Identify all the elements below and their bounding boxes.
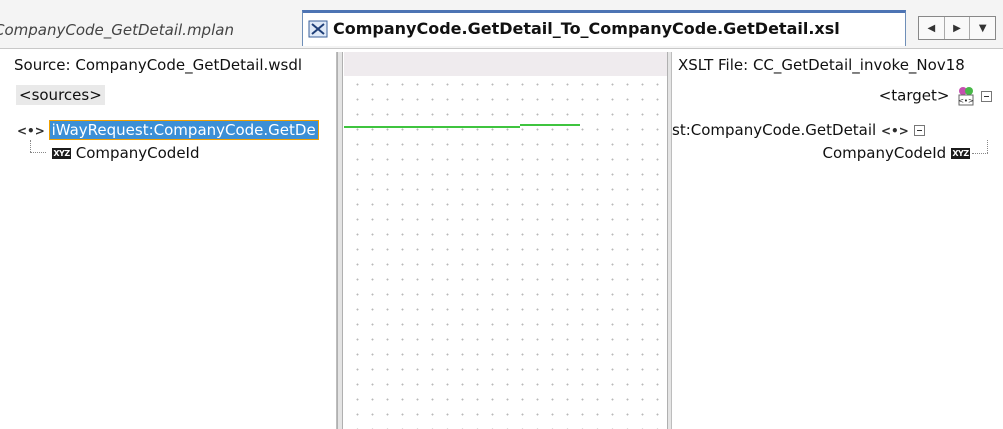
tab-list-dropdown-button[interactable]: ▼ bbox=[970, 17, 995, 39]
collapse-target-root-button[interactable] bbox=[981, 90, 992, 102]
xsl-map-icon bbox=[308, 20, 328, 38]
mapping-link-line[interactable] bbox=[344, 126, 520, 128]
target-request-node[interactable]: st:CompanyCode.GetDetail <•> bbox=[672, 121, 925, 139]
tree-connector bbox=[987, 140, 988, 153]
mapping-canvas-header bbox=[344, 52, 667, 76]
source-panel: Source: CompanyCode_GetDetail.wsdl <sour… bbox=[0, 52, 337, 429]
scroll-tabs-left-button[interactable]: ◀ bbox=[919, 17, 945, 39]
left-splitter[interactable] bbox=[337, 52, 343, 429]
target-root-node[interactable]: <target> <•> bbox=[879, 85, 992, 107]
tab-mplan[interactable]: CompanyCode_GetDetail.mplan bbox=[0, 14, 234, 46]
tree-connector bbox=[30, 140, 31, 152]
tree-connector bbox=[30, 152, 46, 153]
target-root-label: <target> bbox=[878, 86, 950, 105]
sources-root-node[interactable]: <sources> bbox=[16, 85, 105, 105]
source-title: Source: CompanyCode_GetDetail.wsdl bbox=[14, 56, 303, 74]
source-field-label: CompanyCodeId bbox=[75, 144, 200, 162]
svg-text:<•>: <•> bbox=[958, 97, 974, 105]
element-icon: <•> bbox=[880, 123, 909, 138]
element-icon: <•> bbox=[17, 123, 45, 138]
target-title: XSLT File: CC_GetDetail_invoke_Nov18 bbox=[678, 56, 965, 74]
collapse-target-request-button[interactable] bbox=[913, 125, 925, 136]
tab-xsl-active[interactable]: CompanyCode.GetDetail_To_CompanyCode.Get… bbox=[302, 10, 906, 46]
mapping-canvas[interactable] bbox=[344, 52, 667, 429]
mapping-link-line[interactable] bbox=[520, 124, 580, 126]
tab-navigation: ◀ ▶ ▼ bbox=[918, 16, 996, 40]
xyz-field-icon: XYZ bbox=[951, 148, 970, 159]
target-request-label: st:CompanyCode.GetDetail bbox=[672, 121, 877, 139]
source-request-node[interactable]: <•> iWayRequest:CompanyCode.GetDe bbox=[17, 120, 319, 140]
target-field-label: CompanyCodeId bbox=[822, 144, 947, 162]
tree-connector bbox=[972, 153, 988, 154]
tab-mplan-label: CompanyCode_GetDetail.mplan bbox=[0, 21, 234, 39]
source-field-node[interactable]: XYZ CompanyCodeId bbox=[52, 144, 200, 162]
target-panel: XSLT File: CC_GetDetail_invoke_Nov18 <ta… bbox=[671, 52, 1003, 429]
scroll-tabs-right-button[interactable]: ▶ bbox=[945, 17, 971, 39]
editor-tab-bar: CompanyCode_GetDetail.mplan CompanyCode.… bbox=[0, 0, 1003, 49]
target-schema-icon: <•> bbox=[958, 87, 974, 106]
target-field-node[interactable]: CompanyCodeId XYZ bbox=[822, 144, 970, 162]
source-request-label: iWayRequest:CompanyCode.GetDe bbox=[48, 120, 319, 140]
xyz-field-icon: XYZ bbox=[52, 148, 71, 159]
tab-xsl-label: CompanyCode.GetDetail_To_CompanyCode.Get… bbox=[333, 19, 840, 38]
